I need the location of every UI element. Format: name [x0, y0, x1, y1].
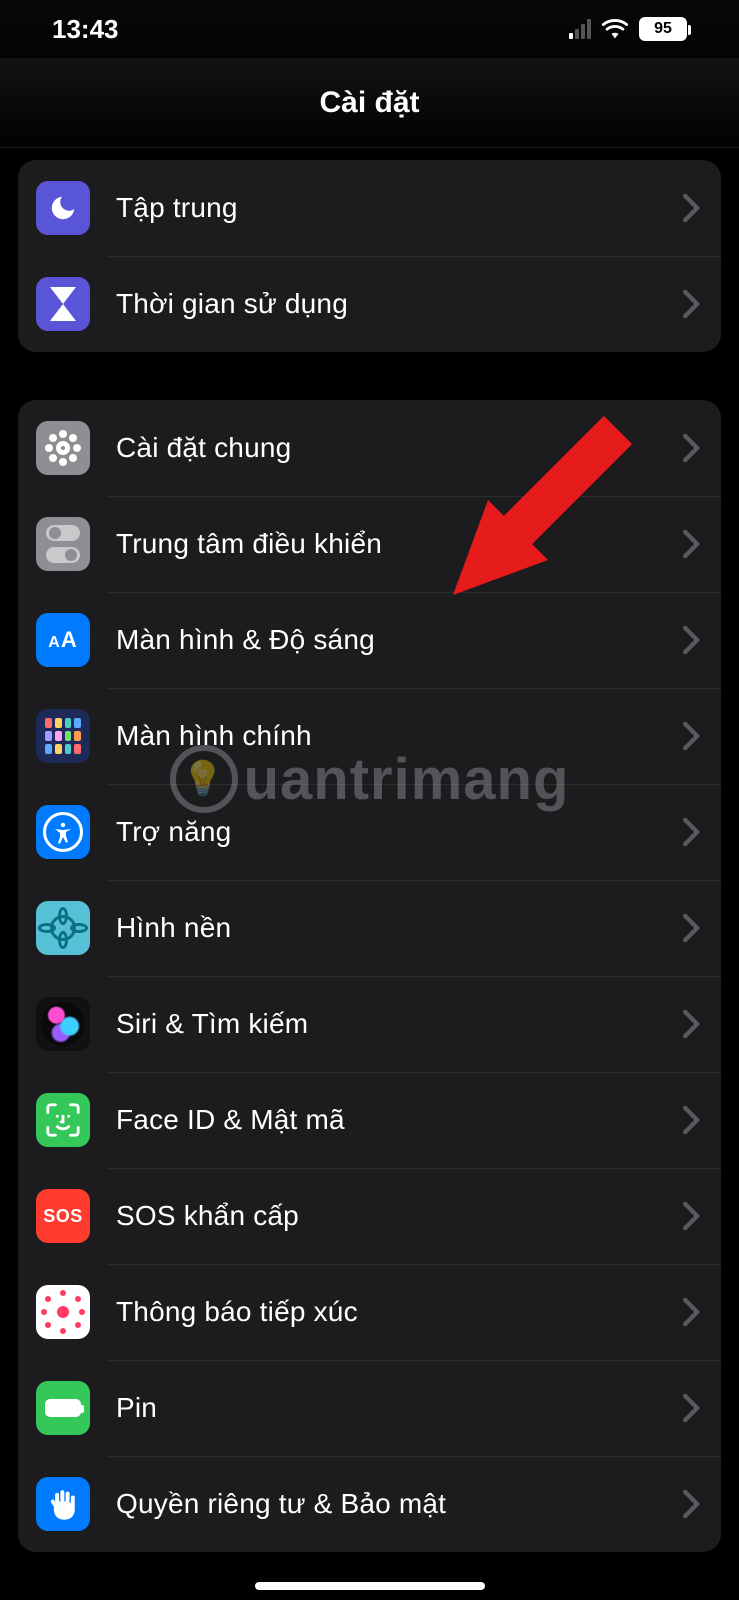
- settings-row-focus[interactable]: Tập trung: [18, 160, 721, 256]
- settings-row-label: Màn hình & Độ sáng: [116, 624, 683, 656]
- settings-row-accessibility[interactable]: Trợ năng: [18, 784, 721, 880]
- toggles-icon: [36, 517, 90, 571]
- page-title: Cài đặt: [319, 86, 419, 120]
- settings-row-label: Siri & Tìm kiếm: [116, 1008, 683, 1040]
- settings-row-general[interactable]: Cài đặt chung: [18, 400, 721, 496]
- text-size-icon: AA: [36, 613, 90, 667]
- settings-row-control-center[interactable]: Trung tâm điều khiển: [18, 496, 721, 592]
- chevron-right-icon: [683, 434, 701, 462]
- chevron-right-icon: [683, 818, 701, 846]
- settings-row-label: Thời gian sử dụng: [116, 288, 683, 320]
- settings-row-screen-time[interactable]: Thời gian sử dụng: [18, 256, 721, 352]
- sos-icon: SOS: [36, 1189, 90, 1243]
- chevron-right-icon: [683, 1010, 701, 1038]
- chevron-right-icon: [683, 1490, 701, 1518]
- settings-row-label: Hình nền: [116, 912, 683, 944]
- moon-icon: [36, 181, 90, 235]
- settings-row-label: Cài đặt chung: [116, 432, 683, 464]
- chevron-right-icon: [683, 722, 701, 750]
- settings-row-label: Trung tâm điều khiển: [116, 528, 683, 560]
- wifi-icon: [601, 18, 629, 40]
- chevron-right-icon: [683, 1202, 701, 1230]
- siri-icon: [36, 997, 90, 1051]
- status-bar: 13:43 95: [0, 0, 739, 58]
- settings-row-sos[interactable]: SOS SOS khẩn cấp: [18, 1168, 721, 1264]
- home-grid-icon: [36, 709, 90, 763]
- home-indicator: [255, 1582, 485, 1590]
- settings-group-general: Cài đặt chung Trung tâm điều khiển AA Mà…: [18, 400, 721, 1552]
- chevron-right-icon: [683, 1394, 701, 1422]
- settings-row-exposure[interactable]: Thông báo tiếp xúc: [18, 1264, 721, 1360]
- settings-row-home-screen[interactable]: Màn hình chính: [18, 688, 721, 784]
- chevron-right-icon: [683, 1298, 701, 1326]
- hourglass-icon: [36, 277, 90, 331]
- settings-row-battery[interactable]: Pin: [18, 1360, 721, 1456]
- cellular-signal-icon: [569, 19, 591, 39]
- settings-row-label: Màn hình chính: [116, 720, 683, 752]
- chevron-right-icon: [683, 290, 701, 318]
- accessibility-icon: [36, 805, 90, 859]
- settings-row-faceid[interactable]: Face ID & Mật mã: [18, 1072, 721, 1168]
- battery-icon: [36, 1381, 90, 1435]
- battery-percent: 95: [639, 17, 687, 41]
- gear-icon: [36, 421, 90, 475]
- settings-row-siri[interactable]: Siri & Tìm kiếm: [18, 976, 721, 1072]
- chevron-right-icon: [683, 530, 701, 558]
- settings-row-label: Pin: [116, 1392, 683, 1424]
- wallpaper-icon: [36, 901, 90, 955]
- settings-row-label: Face ID & Mật mã: [116, 1104, 683, 1136]
- settings-row-wallpaper[interactable]: Hình nền: [18, 880, 721, 976]
- chevron-right-icon: [683, 194, 701, 222]
- settings-group-focus: Tập trung Thời gian sử dụng: [18, 160, 721, 352]
- settings-row-label: Trợ năng: [116, 816, 683, 848]
- chevron-right-icon: [683, 1106, 701, 1134]
- status-right: 95: [569, 17, 687, 41]
- settings-row-label: SOS khẩn cấp: [116, 1200, 683, 1232]
- settings-content: Tập trung Thời gian sử dụng Cài đặt chun…: [0, 160, 739, 1552]
- faceid-icon: [36, 1093, 90, 1147]
- chevron-right-icon: [683, 626, 701, 654]
- settings-row-label: Thông báo tiếp xúc: [116, 1296, 683, 1328]
- settings-row-label: Quyền riêng tư & Bảo mật: [116, 1488, 683, 1520]
- status-time: 13:43: [52, 14, 119, 45]
- settings-row-privacy[interactable]: Quyền riêng tư & Bảo mật: [18, 1456, 721, 1552]
- nav-title-bar: Cài đặt: [0, 58, 739, 148]
- chevron-right-icon: [683, 914, 701, 942]
- battery-indicator: 95: [639, 17, 687, 41]
- hand-icon: [36, 1477, 90, 1531]
- settings-row-display-brightness[interactable]: AA Màn hình & Độ sáng: [18, 592, 721, 688]
- settings-row-label: Tập trung: [116, 192, 683, 224]
- exposure-icon: [36, 1285, 90, 1339]
